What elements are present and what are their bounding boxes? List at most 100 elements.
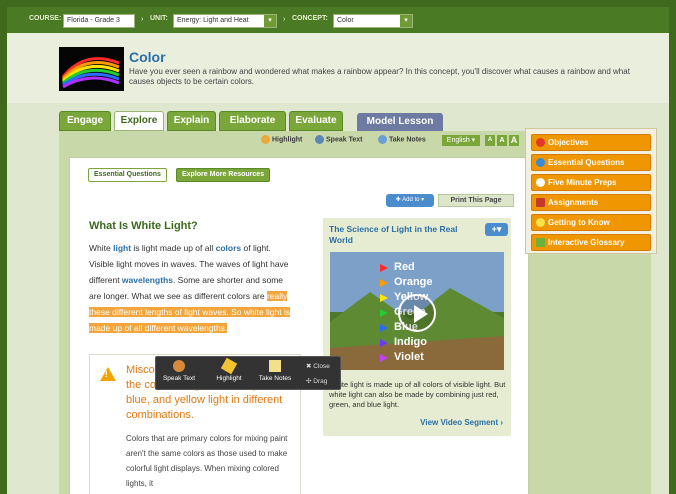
warning-icon: [100, 367, 116, 381]
video-label-orange: Orange: [394, 276, 433, 288]
speaker-icon: [173, 360, 185, 372]
add-to-button[interactable]: ✚ Add to ▾: [386, 194, 434, 207]
breadcrumb-separator: ›: [141, 16, 144, 23]
text-segment: is light made up of all: [131, 243, 216, 253]
lightbulb-icon: [536, 218, 545, 227]
sidebar-item-label: Essential Questions: [548, 158, 625, 167]
tab-evaluate[interactable]: Evaluate: [289, 111, 343, 131]
concept-intro: Have you ever seen a rainbow and wondere…: [129, 67, 630, 86]
tab-explain[interactable]: Explain: [167, 111, 216, 131]
chevron-down-icon: ▾: [400, 15, 412, 27]
popup-speak-text-label: Speak Text: [162, 375, 196, 382]
concept-select[interactable]: Color ▾: [333, 14, 413, 28]
course-select[interactable]: Florida - Grade 3: [63, 14, 135, 28]
pointer-arrow-icon: [380, 279, 388, 287]
sidebar-item-label: Getting to Know: [548, 218, 610, 227]
notes-icon: [378, 135, 387, 144]
text-segment: White: [89, 243, 114, 253]
pointer-arrow-icon: [380, 324, 388, 332]
font-size-medium-button[interactable]: A: [497, 135, 507, 146]
pointer-arrow-icon: [380, 354, 388, 362]
take-notes-tool[interactable]: Take Notes: [378, 135, 426, 144]
glossary-link-light[interactable]: light: [113, 243, 131, 253]
pointer-arrow-icon: [380, 309, 388, 317]
highlight-tool[interactable]: Highlight: [261, 135, 302, 144]
font-size-small-button[interactable]: A: [485, 135, 495, 146]
popup-speak-text-button[interactable]: Speak Text: [158, 360, 200, 382]
page-title: Color: [129, 49, 166, 65]
sidebar-item-objectives[interactable]: Objectives: [531, 134, 651, 151]
course-label: COURSE:: [29, 15, 62, 22]
video-caption: White light is made up of all colors of …: [329, 380, 506, 409]
pointer-arrow-icon: [380, 264, 388, 272]
target-icon: [536, 138, 545, 147]
speak-text-tool-label: Speak Text: [326, 136, 363, 144]
sidebar-item-label: Interactive Glossary: [548, 238, 625, 247]
rainbow-thumbnail: [59, 47, 124, 91]
pointer-arrow-icon: [380, 339, 388, 347]
sidebar-item-essential-questions[interactable]: Essential Questions: [531, 154, 651, 171]
sidebar-item-label: Five Minute Preps: [548, 178, 617, 187]
sidebar-item-getting-to-know[interactable]: Getting to Know: [531, 214, 651, 231]
science-feature-box: The Science of Light in the Real World +…: [323, 218, 511, 436]
popup-close-button[interactable]: ✖ Close: [306, 362, 330, 370]
glossary-link-colors[interactable]: colors: [216, 243, 242, 253]
resource-sidebar: Objectives Essential Questions Five Minu…: [525, 128, 657, 254]
video-player[interactable]: Red Orange Yellow Green Blue Indigo Viol…: [330, 252, 504, 370]
concept-select-value: Color: [337, 17, 354, 24]
reading-toolbar: Highlight Speak Text Take Notes English …: [59, 131, 529, 151]
glossary-book-icon: [536, 238, 545, 247]
play-button[interactable]: [398, 294, 436, 332]
explore-more-resources-button[interactable]: Explore More Resources: [176, 168, 271, 182]
clock-icon: [536, 178, 545, 187]
course-select-value: Florida - Grade 3: [67, 17, 120, 24]
play-icon: [414, 305, 428, 323]
video-label-indigo: Indigo: [394, 336, 427, 348]
highlighter-icon: [261, 135, 270, 144]
lesson-panel: Essential Questions Explore More Resourc…: [69, 157, 529, 494]
print-page-button[interactable]: Print This Page: [438, 194, 514, 207]
popup-drag-handle[interactable]: ✣ Drag: [306, 377, 327, 385]
concept-label: CONCEPT:: [292, 15, 328, 22]
glossary-link-wavelengths[interactable]: wavelengths: [122, 275, 173, 285]
chevron-down-icon: ▾: [264, 15, 276, 27]
tab-explore[interactable]: Explore: [114, 111, 164, 131]
speaker-icon: [315, 135, 324, 144]
warning-mark: !: [105, 370, 108, 379]
notes-icon: [269, 360, 281, 372]
tab-engage[interactable]: Engage: [59, 111, 111, 131]
pointer-arrow-icon: [380, 294, 388, 302]
unit-label: UNIT:: [150, 15, 168, 22]
sidebar-item-label: Objectives: [548, 138, 589, 147]
popup-highlight-button[interactable]: Highlight: [208, 357, 250, 382]
text-selection-popup: Speak Text Highlight Take Notes ✖ Close …: [155, 356, 341, 390]
popup-take-notes-button[interactable]: Take Notes: [254, 360, 296, 382]
popup-highlight-label: Highlight: [216, 375, 242, 382]
popup-take-notes-label: Take Notes: [258, 375, 292, 382]
add-feature-button[interactable]: +▾: [485, 223, 508, 236]
breadcrumb-separator: ›: [283, 16, 286, 23]
font-size-large-button[interactable]: A: [509, 135, 519, 146]
unit-select[interactable]: Energy: Light and Heat ▾: [173, 14, 277, 28]
tab-model-lesson[interactable]: Model Lesson: [357, 113, 443, 131]
language-select[interactable]: English ▾: [442, 135, 480, 146]
unit-select-value: Energy: Light and Heat: [177, 17, 249, 24]
highlight-tool-label: Highlight: [272, 136, 303, 144]
video-label-red: Red: [394, 261, 415, 273]
white-light-text: White light is light made up of all colo…: [89, 240, 294, 336]
assignment-icon: [536, 198, 545, 207]
sidebar-item-assignments[interactable]: Assignments: [531, 194, 651, 211]
tab-elaborate[interactable]: Elaborate: [219, 111, 286, 131]
science-feature-title: The Science of Light in the Real World: [329, 224, 458, 245]
speak-text-tool[interactable]: Speak Text: [315, 135, 362, 144]
question-icon: [536, 158, 545, 167]
section-title: What Is White Light?: [89, 220, 198, 232]
take-notes-tool-label: Take Notes: [389, 136, 426, 144]
view-video-segment-link[interactable]: View Video Segment ›: [420, 418, 503, 427]
app-frame: COURSE: Florida - Grade 3 › UNIT: Energy…: [0, 0, 676, 494]
essential-questions-button[interactable]: Essential Questions: [88, 168, 167, 182]
concept-header: Color Have you ever seen a rainbow and w…: [7, 33, 669, 103]
sidebar-item-interactive-glossary[interactable]: Interactive Glossary: [531, 234, 651, 251]
sidebar-item-five-minute-preps[interactable]: Five Minute Preps: [531, 174, 651, 191]
course-navigation-bar: COURSE: Florida - Grade 3 › UNIT: Energy…: [7, 7, 669, 33]
